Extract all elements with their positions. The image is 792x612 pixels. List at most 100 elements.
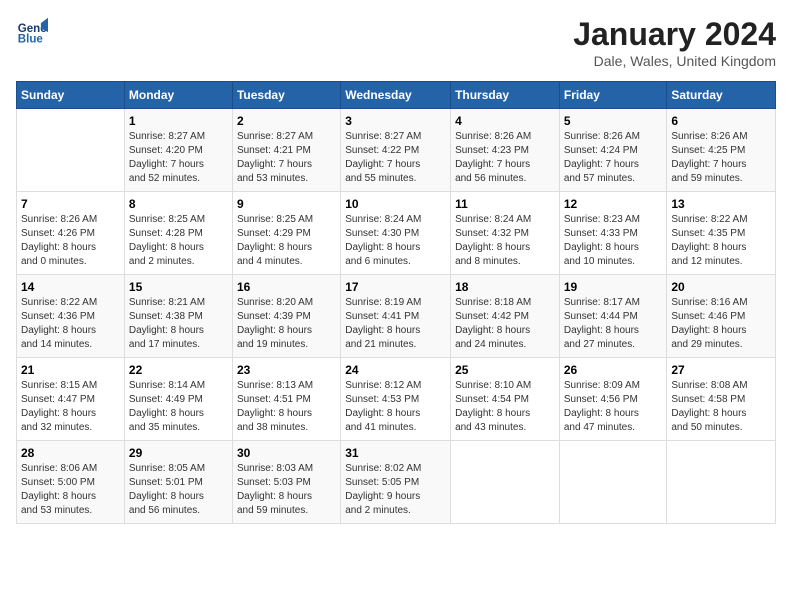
month-title: January 2024 [573, 16, 776, 53]
day-detail: Sunrise: 8:15 AM Sunset: 4:47 PM Dayligh… [21, 379, 120, 435]
weekday-header: Wednesday [341, 82, 451, 109]
calendar-cell: 18 Sunrise: 8:18 AM Sunset: 4:42 PM Dayli… [451, 275, 560, 358]
calendar-cell [451, 441, 560, 524]
day-detail: Sunrise: 8:26 AM Sunset: 4:25 PM Dayligh… [671, 130, 771, 186]
calendar-cell: 6 Sunrise: 8:26 AM Sunset: 4:25 PM Daylig… [667, 109, 776, 192]
calendar-cell: 29 Sunrise: 8:05 AM Sunset: 5:01 PM Dayli… [124, 441, 232, 524]
calendar-cell: 16Sunrise: 8:20 AM Sunset: 4:39 PM Dayli… [232, 275, 340, 358]
title-block: January 2024 Dale, Wales, United Kingdom [573, 16, 776, 69]
weekday-header-row: SundayMondayTuesdayWednesdayThursdayFrid… [17, 82, 776, 109]
day-number: 10 [345, 197, 446, 211]
day-number: 20 [671, 280, 771, 294]
day-detail: Sunrise: 8:22 AM Sunset: 4:35 PM Dayligh… [671, 213, 771, 269]
weekday-header: Monday [124, 82, 232, 109]
calendar-cell: 12 Sunrise: 8:23 AM Sunset: 4:33 PM Dayli… [559, 192, 667, 275]
day-detail: Sunrise: 8:18 AM Sunset: 4:42 PM Dayligh… [455, 296, 555, 352]
calendar-cell: 8 Sunrise: 8:25 AM Sunset: 4:28 PM Daylig… [124, 192, 232, 275]
calendar-cell [559, 441, 667, 524]
day-detail: Sunrise: 8:09 AM Sunset: 4:56 PM Dayligh… [564, 379, 663, 435]
day-number: 1 [129, 114, 228, 128]
calendar-cell [667, 441, 776, 524]
day-number: 24 [345, 363, 446, 377]
calendar-cell: 10 Sunrise: 8:24 AM Sunset: 4:30 PM Dayli… [341, 192, 451, 275]
calendar-cell: 3 Sunrise: 8:27 AM Sunset: 4:22 PM Daylig… [341, 109, 451, 192]
day-detail: Sunrise: 8:25 AM Sunset: 4:29 PM Dayligh… [237, 213, 336, 269]
weekday-header: Saturday [667, 82, 776, 109]
day-number: 6 [671, 114, 771, 128]
day-detail: Sunrise: 8:06 AM Sunset: 5:00 PM Dayligh… [21, 462, 120, 518]
day-detail: Sunrise: 8:24 AM Sunset: 4:30 PM Dayligh… [345, 213, 446, 269]
day-number: 15 [129, 280, 228, 294]
calendar-cell: 30 Sunrise: 8:03 AM Sunset: 5:03 PM Dayli… [232, 441, 340, 524]
day-number: 8 [129, 197, 228, 211]
day-number: 12 [564, 197, 663, 211]
day-detail: Sunrise: 8:17 AM Sunset: 4:44 PM Dayligh… [564, 296, 663, 352]
calendar-cell: 7Sunrise: 8:26 AM Sunset: 4:26 PM Daylig… [17, 192, 125, 275]
day-detail: Sunrise: 8:27 AM Sunset: 4:20 PM Dayligh… [129, 130, 228, 186]
calendar-cell: 19 Sunrise: 8:17 AM Sunset: 4:44 PM Dayli… [559, 275, 667, 358]
day-detail: Sunrise: 8:10 AM Sunset: 4:54 PM Dayligh… [455, 379, 555, 435]
calendar-cell: 20 Sunrise: 8:16 AM Sunset: 4:46 PM Dayli… [667, 275, 776, 358]
day-detail: Sunrise: 8:26 AM Sunset: 4:23 PM Dayligh… [455, 130, 555, 186]
day-number: 22 [129, 363, 228, 377]
calendar-cell: 31 Sunrise: 8:02 AM Sunset: 5:05 PM Dayli… [341, 441, 451, 524]
day-number: 31 [345, 446, 446, 460]
day-detail: Sunrise: 8:08 AM Sunset: 4:58 PM Dayligh… [671, 379, 771, 435]
day-detail: Sunrise: 8:21 AM Sunset: 4:38 PM Dayligh… [129, 296, 228, 352]
day-number: 3 [345, 114, 446, 128]
day-detail: Sunrise: 8:22 AM Sunset: 4:36 PM Dayligh… [21, 296, 120, 352]
calendar-body: 1 Sunrise: 8:27 AM Sunset: 4:20 PM Daylig… [17, 109, 776, 524]
calendar-week-row: 14Sunrise: 8:22 AM Sunset: 4:36 PM Dayli… [17, 275, 776, 358]
day-detail: Sunrise: 8:23 AM Sunset: 4:33 PM Dayligh… [564, 213, 663, 269]
day-number: 9 [237, 197, 336, 211]
weekday-header: Thursday [451, 82, 560, 109]
day-detail: Sunrise: 8:20 AM Sunset: 4:39 PM Dayligh… [237, 296, 336, 352]
calendar-cell: 21 Sunrise: 8:15 AM Sunset: 4:47 PM Dayli… [17, 358, 125, 441]
calendar-cell: 22Sunrise: 8:14 AM Sunset: 4:49 PM Dayli… [124, 358, 232, 441]
day-number: 19 [564, 280, 663, 294]
svg-text:Blue: Blue [18, 34, 44, 46]
day-detail: Sunrise: 8:24 AM Sunset: 4:32 PM Dayligh… [455, 213, 555, 269]
day-detail: Sunrise: 8:02 AM Sunset: 5:05 PM Dayligh… [345, 462, 446, 518]
calendar-cell: 25 Sunrise: 8:10 AM Sunset: 4:54 PM Dayli… [451, 358, 560, 441]
calendar-week-row: 7Sunrise: 8:26 AM Sunset: 4:26 PM Daylig… [17, 192, 776, 275]
day-detail: Sunrise: 8:12 AM Sunset: 4:53 PM Dayligh… [345, 379, 446, 435]
weekday-header: Friday [559, 82, 667, 109]
calendar-cell: 28Sunrise: 8:06 AM Sunset: 5:00 PM Dayli… [17, 441, 125, 524]
day-detail: Sunrise: 8:16 AM Sunset: 4:46 PM Dayligh… [671, 296, 771, 352]
day-number: 27 [671, 363, 771, 377]
day-detail: Sunrise: 8:27 AM Sunset: 4:22 PM Dayligh… [345, 130, 446, 186]
day-detail: Sunrise: 8:26 AM Sunset: 4:26 PM Dayligh… [21, 213, 120, 269]
day-detail: Sunrise: 8:03 AM Sunset: 5:03 PM Dayligh… [237, 462, 336, 518]
logo: General Blue [16, 16, 48, 48]
calendar-week-row: 1 Sunrise: 8:27 AM Sunset: 4:20 PM Daylig… [17, 109, 776, 192]
calendar-cell: 15 Sunrise: 8:21 AM Sunset: 4:38 PM Dayli… [124, 275, 232, 358]
calendar-cell: 17 Sunrise: 8:19 AM Sunset: 4:41 PM Dayli… [341, 275, 451, 358]
day-number: 30 [237, 446, 336, 460]
day-number: 26 [564, 363, 663, 377]
calendar-table: SundayMondayTuesdayWednesdayThursdayFrid… [16, 81, 776, 524]
day-number: 21 [21, 363, 120, 377]
calendar-cell: 5Sunrise: 8:26 AM Sunset: 4:24 PM Daylig… [559, 109, 667, 192]
calendar-header: SundayMondayTuesdayWednesdayThursdayFrid… [17, 82, 776, 109]
logo-icon: General Blue [16, 16, 48, 48]
day-number: 17 [345, 280, 446, 294]
day-detail: Sunrise: 8:19 AM Sunset: 4:41 PM Dayligh… [345, 296, 446, 352]
calendar-cell: 24 Sunrise: 8:12 AM Sunset: 4:53 PM Dayli… [341, 358, 451, 441]
day-detail: Sunrise: 8:05 AM Sunset: 5:01 PM Dayligh… [129, 462, 228, 518]
calendar-cell: 23Sunrise: 8:13 AM Sunset: 4:51 PM Dayli… [232, 358, 340, 441]
day-number: 18 [455, 280, 555, 294]
day-number: 11 [455, 197, 555, 211]
calendar-cell: 1 Sunrise: 8:27 AM Sunset: 4:20 PM Daylig… [124, 109, 232, 192]
day-number: 29 [129, 446, 228, 460]
day-detail: Sunrise: 8:25 AM Sunset: 4:28 PM Dayligh… [129, 213, 228, 269]
day-number: 13 [671, 197, 771, 211]
calendar-cell: 14Sunrise: 8:22 AM Sunset: 4:36 PM Dayli… [17, 275, 125, 358]
day-number: 23 [237, 363, 336, 377]
calendar-week-row: 28Sunrise: 8:06 AM Sunset: 5:00 PM Dayli… [17, 441, 776, 524]
day-number: 25 [455, 363, 555, 377]
calendar-cell: 2Sunrise: 8:27 AM Sunset: 4:21 PM Daylig… [232, 109, 340, 192]
day-number: 4 [455, 114, 555, 128]
calendar-cell: 13 Sunrise: 8:22 AM Sunset: 4:35 PM Dayli… [667, 192, 776, 275]
calendar-cell [17, 109, 125, 192]
